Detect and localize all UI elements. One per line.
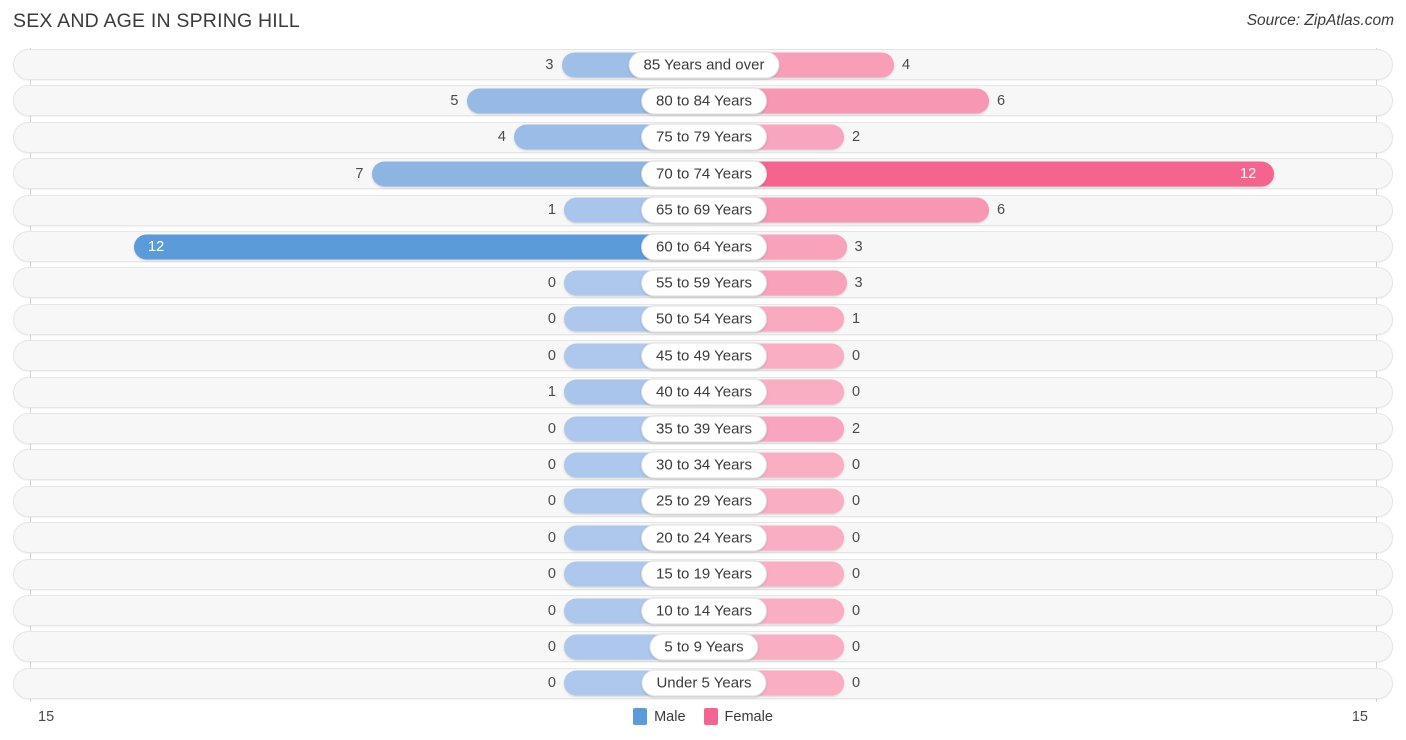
female-value-label: 2	[852, 129, 861, 146]
male-value-label: 12	[148, 238, 165, 255]
age-group-label: 70 to 74 Years	[641, 160, 767, 188]
female-value-label: 0	[852, 602, 861, 619]
female-value-label: 0	[852, 493, 861, 510]
female-value-label: 0	[852, 638, 861, 655]
female-value-label: 12	[1240, 165, 1257, 182]
chart-legend: Male Female	[0, 708, 1406, 725]
source-attribution: Source: ZipAtlas.com	[1246, 12, 1394, 29]
age-group-row[interactable]: 3 4 85 Years and over	[13, 49, 1393, 80]
female-value-label: 0	[852, 529, 861, 546]
male-value-label: 5	[450, 92, 459, 109]
age-group-label: 50 to 54 Years	[641, 305, 767, 333]
male-value-label: 7	[355, 165, 364, 182]
legend-swatch-male-icon	[633, 708, 648, 725]
male-value-label: 0	[547, 602, 556, 619]
age-group-label: 15 to 19 Years	[641, 560, 767, 588]
age-group-label: 80 to 84 Years	[641, 87, 767, 115]
age-group-label: 40 to 44 Years	[641, 378, 767, 406]
population-pyramid-plot: 3 4 85 Years and over 5 6 80 to 84 Years 4 2 75 …	[0, 46, 1406, 702]
male-value-label: 0	[547, 456, 556, 473]
female-value-label: 6	[997, 92, 1006, 109]
age-group-label: 65 to 69 Years	[641, 196, 767, 224]
age-group-row[interactable]: 7 12 70 to 74 Years	[13, 158, 1393, 190]
female-value-label: 2	[852, 420, 861, 437]
male-value-label: 1	[547, 202, 556, 219]
age-group-label: 45 to 49 Years	[641, 342, 767, 370]
legend-item-female[interactable]: Female	[703, 708, 773, 725]
age-group-label: 35 to 39 Years	[641, 415, 767, 442]
chart-footer: 15 15 Male Female	[0, 702, 1406, 740]
age-group-label: 20 to 24 Years	[641, 524, 767, 552]
female-value-label: 3	[854, 238, 863, 255]
age-group-row[interactable]: 0 0 25 to 29 Years	[13, 485, 1393, 517]
legend-label-male: Male	[654, 708, 686, 725]
female-value-label: 0	[852, 384, 861, 401]
legend-swatch-female-icon	[703, 708, 718, 725]
age-group-label: 25 to 29 Years	[641, 487, 767, 515]
male-value-label: 1	[547, 384, 556, 401]
age-group-label: 5 to 9 Years	[649, 633, 759, 661]
age-group-label: 10 to 14 Years	[641, 597, 767, 624]
male-value-label: 0	[547, 420, 556, 437]
male-value-label: 3	[545, 56, 554, 73]
age-group-label: 60 to 64 Years	[641, 233, 767, 260]
legend-item-male[interactable]: Male	[633, 708, 686, 725]
female-value-label: 0	[852, 566, 861, 583]
age-group-row[interactable]: 4 2 75 to 79 Years	[13, 121, 1393, 153]
age-group-row[interactable]: 12 3 60 to 64 Years	[13, 231, 1393, 262]
male-value-label: 0	[547, 529, 556, 546]
female-bar[interactable]	[704, 161, 1274, 187]
age-group-row[interactable]: 0 0 5 to 9 Years	[13, 631, 1393, 663]
female-value-label: 3	[854, 274, 863, 291]
female-value-label: 0	[852, 347, 861, 364]
chart-header: SEX AND AGE IN SPRING HILL Source: ZipAt…	[0, 0, 1406, 46]
age-group-label: Under 5 Years	[641, 669, 767, 697]
female-value-label: 1	[852, 311, 861, 328]
age-group-row[interactable]: 0 3 55 to 59 Years	[13, 267, 1393, 299]
male-value-label: 0	[547, 675, 556, 692]
age-group-row[interactable]: 5 6 80 to 84 Years	[13, 85, 1393, 117]
age-group-row[interactable]: 0 2 35 to 39 Years	[13, 413, 1393, 444]
age-group-label: 30 to 34 Years	[641, 451, 767, 479]
male-value-label: 0	[547, 311, 556, 328]
female-value-label: 6	[997, 202, 1006, 219]
male-value-label: 0	[547, 274, 556, 291]
page-title: SEX AND AGE IN SPRING HILL	[13, 10, 300, 32]
age-group-row[interactable]: 0 0 45 to 49 Years	[13, 340, 1393, 372]
age-group-row[interactable]: 0 0 20 to 24 Years	[13, 522, 1393, 554]
male-value-label: 0	[547, 566, 556, 583]
age-group-row[interactable]: 0 0 15 to 19 Years	[13, 558, 1393, 590]
age-group-label: 55 to 59 Years	[641, 269, 767, 297]
female-value-label: 0	[852, 675, 861, 692]
age-group-row[interactable]: 1 6 65 to 69 Years	[13, 194, 1393, 226]
male-bar[interactable]	[134, 234, 704, 259]
male-value-label: 0	[547, 493, 556, 510]
male-value-label: 0	[547, 638, 556, 655]
age-group-row[interactable]: 0 0 Under 5 Years	[13, 667, 1393, 699]
age-group-row[interactable]: 1 0 40 to 44 Years	[13, 376, 1393, 408]
age-group-label: 75 to 79 Years	[641, 123, 767, 151]
male-value-label: 4	[497, 129, 506, 146]
female-value-label: 4	[902, 56, 911, 73]
age-group-label: 85 Years and over	[628, 51, 780, 78]
legend-label-female: Female	[724, 708, 773, 725]
age-group-row[interactable]: 0 0 30 to 34 Years	[13, 449, 1393, 481]
age-group-row[interactable]: 0 1 50 to 54 Years	[13, 303, 1393, 335]
male-value-label: 0	[547, 347, 556, 364]
age-group-row[interactable]: 0 0 10 to 14 Years	[13, 595, 1393, 626]
female-value-label: 0	[852, 456, 861, 473]
chart-page: SEX AND AGE IN SPRING HILL Source: ZipAt…	[0, 0, 1406, 740]
